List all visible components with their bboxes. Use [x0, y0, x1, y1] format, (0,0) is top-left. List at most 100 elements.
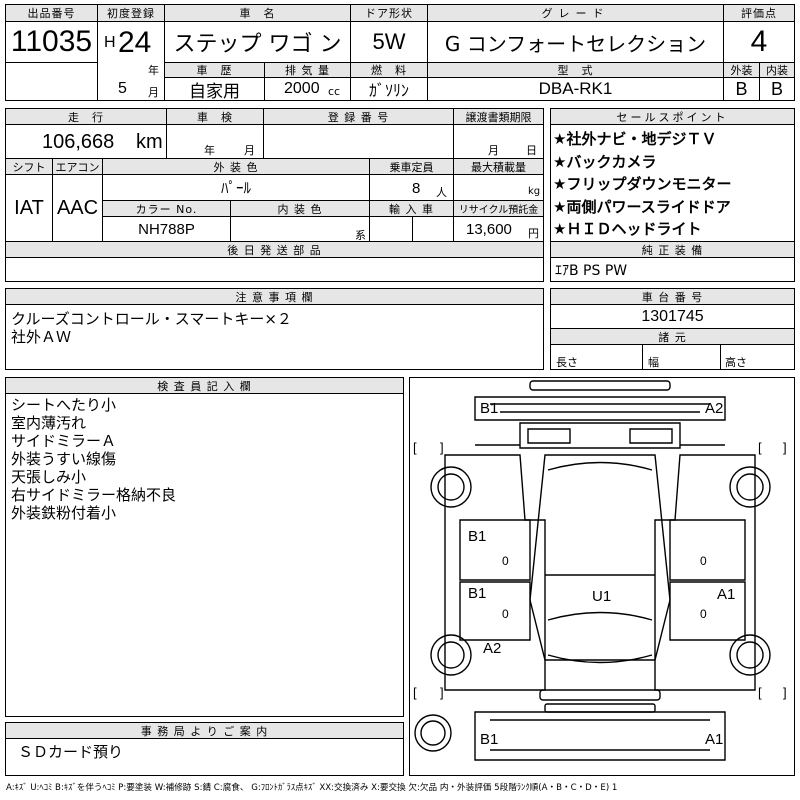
front-panel-shape: [474, 396, 726, 421]
grade: G コンフォートセレクション: [427, 21, 724, 63]
import-label: 輸 入 車: [369, 200, 454, 217]
ac-label: エアコン: [52, 158, 103, 175]
inspector-line: 外装鉄粉付着小: [11, 504, 117, 522]
score-label: 評価点: [723, 4, 795, 22]
month-unit: 月: [148, 86, 159, 99]
history: 自家用: [164, 77, 265, 102]
standard-label: 純 正 装 備: [550, 241, 795, 258]
mark-left-front-zero: 0: [502, 554, 509, 568]
trans-day-unit: 日: [526, 144, 537, 157]
capacity: 8: [412, 180, 421, 197]
shift-label: シフト: [5, 158, 53, 175]
mark-left-rear-quarter: A2: [483, 640, 501, 657]
mark-left-rear-door: B1: [468, 585, 486, 602]
dims-width: 幅: [642, 344, 721, 370]
inspector-line: 右サイドミラー格納不良: [11, 486, 177, 504]
bracket-open-3: [: [413, 685, 417, 700]
mark-right-zero-1: 0: [700, 554, 707, 568]
lot-blank: [5, 62, 98, 101]
year-unit: 年: [148, 64, 159, 77]
front-bumper-shape: [529, 380, 671, 391]
trans-month-unit: 月: [488, 144, 499, 157]
displacement: 2000: [284, 80, 320, 97]
later-parts-label: 後 日 発 送 部 品: [5, 241, 544, 258]
import-cell-a: [369, 216, 413, 242]
lot-number: 11035: [5, 21, 98, 63]
rear-panel-shape: [474, 711, 726, 761]
era: H: [104, 34, 116, 51]
interior-color-label: 内 装 色: [230, 200, 370, 217]
inspector-line: シートへたり小: [11, 396, 117, 414]
disp-unit: cc: [328, 85, 341, 98]
color: ﾊﾟｰﾙ: [102, 174, 370, 201]
legend: A:ｷｽﾞ U:ﾍｺﾐ B:ｷｽﾞを伴うﾍｺﾐ P:要塗装 W:補修跡 S:錆 …: [6, 783, 618, 793]
regno-label: 登 録 番 号: [263, 108, 454, 125]
door-type: 5W: [350, 21, 428, 63]
inspector-label: 検 査 員 記 入 欄: [5, 377, 404, 394]
height-label: 高さ: [725, 356, 747, 369]
interior-color-cell: [230, 216, 370, 242]
mark-right-zero-2: 0: [700, 607, 707, 621]
mark-front-right: A2: [705, 400, 723, 417]
first-reg-label: 初度登録: [97, 4, 165, 22]
color-label: 外 装 色: [102, 158, 370, 175]
mark-left-rear-zero: 0: [502, 607, 509, 621]
wheel-rear-right: [729, 634, 771, 676]
door-label: ドア形状: [350, 4, 428, 22]
sales-box: ★社外ナビ・地デジＴＶ ★バックカメラ ★フリップダウンモニター ★両側パワース…: [550, 124, 795, 242]
ac: AAC: [52, 174, 103, 242]
hood-shape: [519, 422, 681, 449]
mark-front-left: B1: [480, 400, 498, 417]
mark-rear-left: B1: [480, 731, 498, 748]
caution-line: クルーズコントロール・スマートキー×２: [11, 310, 292, 328]
dims-length: 長さ: [550, 344, 643, 370]
later-parts: [5, 257, 544, 282]
regno-cell: [263, 124, 454, 159]
inspector-line: サイドミラーＡ: [11, 432, 117, 450]
insp-month-unit: 月: [244, 144, 255, 157]
sales-item: ★ＨＩＤヘッドライト: [553, 220, 702, 238]
inspector-box: シートへたり小 室内薄汚れ サイドミラーＡ 外装うすい線傷 天張しみ小 右サイド…: [5, 393, 404, 717]
mileage: 106,668: [42, 131, 115, 153]
wheel-rear-left: [430, 634, 472, 676]
bracket-close-4: ]: [783, 685, 787, 700]
sales-item: ★社外ナビ・地デジＴＶ: [553, 130, 717, 148]
caution-label: 注 意 事 項 欄: [5, 288, 544, 305]
standard-equipment: ｴｱB PS PW: [550, 257, 795, 282]
lot-label: 出品番号: [5, 4, 98, 22]
ext-grade: B: [723, 77, 760, 101]
recycle-label: リサイクル預託金: [453, 200, 544, 217]
office-note: ＳＤカード預り: [18, 743, 124, 761]
caution-line: 社外ＡＷ: [11, 328, 72, 346]
reg-year: 24: [118, 26, 152, 59]
wheel-front-left: [430, 466, 472, 508]
width-label: 幅: [648, 356, 659, 369]
dims-height: 高さ: [720, 344, 795, 370]
mileage-label: 走 行: [5, 108, 167, 125]
roof-shape: [529, 454, 671, 661]
wheel-front-right: [729, 466, 771, 508]
sales-label: セールスポイント: [550, 108, 795, 125]
sales-item: ★フリップダウンモニター: [553, 175, 732, 193]
car-name: ステップ ワゴ ン: [164, 21, 351, 63]
caution-box: クルーズコントロール・スマートキー×２ 社外ＡＷ: [5, 304, 544, 370]
bracket-open-2: [: [758, 440, 762, 455]
model: DBA-RK1: [427, 77, 724, 101]
right-front-door-shape: [669, 519, 746, 581]
chassis-number: 1301745: [550, 304, 795, 329]
dims-label: 諸 元: [550, 328, 795, 345]
shift: IAT: [5, 174, 53, 242]
car-name-label: 車 名: [164, 4, 351, 22]
model-label: 型 式: [427, 62, 724, 78]
capacity-unit: 人: [436, 186, 447, 199]
capacity-label: 乗車定員: [369, 158, 454, 175]
mileage-unit: km: [136, 131, 163, 153]
import-cell-b: [412, 216, 454, 242]
bracket-close-1: ]: [440, 440, 444, 455]
mark-rear-right: A1: [705, 731, 723, 748]
inspector-line: 天張しみ小: [11, 468, 87, 486]
mark-right-door: A1: [717, 586, 735, 603]
int-grade: B: [759, 77, 795, 101]
int-label: 内装: [759, 62, 795, 78]
sales-item: ★バックカメラ: [553, 152, 657, 171]
